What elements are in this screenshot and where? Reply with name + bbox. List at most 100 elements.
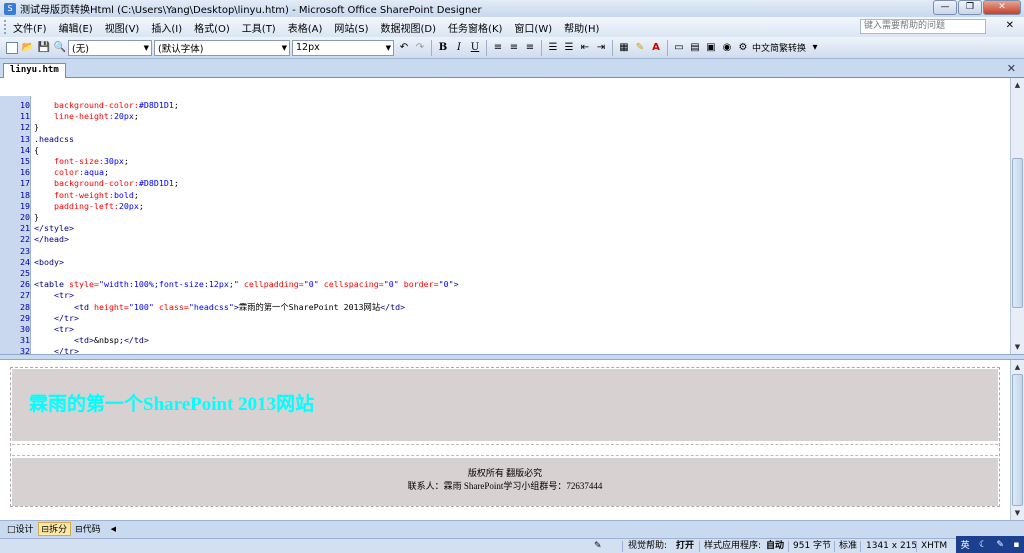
menu-edit[interactable]: 编辑(E) — [53, 20, 99, 35]
scroll-down-icon[interactable]: ▼ — [1012, 341, 1023, 353]
code-line[interactable]: 24 <body> — [0, 257, 1010, 268]
design-scroll-down-icon[interactable]: ▼ — [1012, 507, 1023, 519]
redo-icon[interactable]: ↷ — [413, 40, 427, 56]
menu-insert[interactable]: 插入(I) — [145, 20, 188, 35]
document-mode[interactable]: 标准 — [839, 539, 857, 553]
preview-icon[interactable]: 🔍 — [53, 40, 67, 56]
underline-button[interactable]: U — [468, 40, 482, 56]
code-line[interactable]: 19 padding-left:20px; — [0, 201, 1010, 212]
open-icon[interactable]: 📂 — [21, 40, 35, 56]
tab-linyu-htm[interactable]: linyu.htm — [3, 63, 66, 78]
menu-site[interactable]: 网站(S) — [328, 20, 374, 35]
highlight-icon[interactable]: ✎ — [633, 40, 647, 56]
menu-help[interactable]: 帮助(H) — [558, 20, 605, 35]
line-number: 24 — [20, 256, 30, 267]
hscroll-left-icon[interactable]: ◀ — [111, 525, 116, 533]
menu-window[interactable]: 窗口(W) — [508, 20, 558, 35]
code-line[interactable]: 11 line-height:20px; — [0, 111, 1010, 122]
code-line[interactable]: 10 background-color:#D8D1D1; — [0, 100, 1010, 111]
menu-data-view[interactable]: 数据视图(D) — [375, 20, 443, 35]
code-line[interactable]: 29 </tr> — [0, 313, 1010, 324]
design-scroll-up-icon[interactable]: ▲ — [1012, 361, 1023, 373]
tray-settings-icon[interactable]: ▪ — [1013, 540, 1019, 550]
code-line[interactable]: 18 font-weight:bold; — [0, 190, 1010, 201]
font-select[interactable]: (默认字体) ▼ — [154, 39, 290, 56]
code-line[interactable]: 13 .headcss — [0, 134, 1010, 145]
code-line[interactable]: 31 <td>&nbsp;</td> — [0, 335, 1010, 346]
font-size-value: 12px — [296, 42, 320, 53]
increase-indent-icon[interactable]: ⇥ — [594, 40, 608, 56]
code-line[interactable]: 21 </style> — [0, 223, 1010, 234]
undo-icon[interactable]: ↶ — [397, 40, 411, 56]
design-vertical-scrollbar[interactable]: ▲ ▼ — [1010, 360, 1024, 520]
italic-button[interactable]: I — [452, 40, 466, 56]
scroll-up-icon[interactable]: ▲ — [1012, 79, 1023, 91]
tab-design[interactable]: □设计 — [3, 522, 38, 536]
code-vertical-scrollbar[interactable]: ▲ ▼ — [1010, 78, 1024, 354]
font-size-select[interactable]: 12px ▼ — [292, 39, 394, 56]
decrease-indent-icon[interactable]: ⇤ — [578, 40, 592, 56]
code-line[interactable]: 16 color:aqua; — [0, 167, 1010, 178]
code-line[interactable]: 26 <table style="width:100%;font-size:12p… — [0, 279, 1010, 290]
menu-task-panes[interactable]: 任务窗格(K) — [442, 20, 508, 35]
code-line[interactable]: 20} — [0, 212, 1010, 223]
style-app-value[interactable]: 自动 — [766, 539, 784, 553]
table-icon[interactable]: ▤ — [688, 40, 702, 56]
new-page-icon[interactable] — [5, 40, 19, 56]
align-center-icon[interactable]: ≡ — [507, 40, 521, 56]
tray-tool-icon[interactable]: ✎ — [996, 540, 1004, 550]
code-line[interactable]: 15 font-size:30px; — [0, 156, 1010, 167]
menu-tools[interactable]: 工具(T) — [236, 20, 282, 35]
numbered-list-icon[interactable]: ☰ — [546, 40, 560, 56]
tab-code[interactable]: ⊟代码 — [71, 522, 105, 536]
code-scroll-thumb[interactable] — [1012, 158, 1023, 308]
align-left-icon[interactable]: ≡ — [491, 40, 505, 56]
maximize-button[interactable]: ❐ — [958, 0, 982, 15]
help-search-input[interactable]: 键入需要帮助的问题 — [860, 19, 986, 34]
code-line[interactable]: 14 { — [0, 145, 1010, 156]
code-line[interactable]: 27 <tr> — [0, 290, 1010, 301]
layer-icon[interactable]: ▭ — [672, 40, 686, 56]
document-close-icon[interactable]: ✕ — [1006, 20, 1014, 31]
visual-aid-value[interactable]: 打开 — [676, 539, 694, 553]
toolbar-options-icon[interactable]: ▾ — [808, 40, 822, 56]
borders-icon[interactable]: ▦ — [617, 40, 631, 56]
code-line[interactable]: 17 background-color:#D8D1D1; — [0, 178, 1010, 189]
web-component-icon[interactable]: ◉ — [720, 40, 734, 56]
bold-button[interactable]: B — [436, 40, 450, 56]
menu-format[interactable]: 格式(O) — [188, 20, 236, 35]
design-scroll-thumb[interactable] — [1012, 374, 1023, 506]
bulleted-list-icon[interactable]: ☰ — [562, 40, 576, 56]
minimize-button[interactable]: — — [933, 0, 957, 15]
preview-footer: 版权所有 翻版必究 联系人：霖雨 SharePoint学习小组群号：726374… — [12, 458, 998, 506]
input-lang-indicator[interactable]: 英 — [961, 538, 970, 551]
page-dimensions[interactable]: 1341 x 215 — [866, 539, 917, 553]
tab-split[interactable]: ⊟拆分 — [37, 521, 72, 536]
font-color-icon[interactable]: A — [649, 40, 663, 56]
close-button[interactable]: ✕ — [983, 0, 1021, 15]
code-editor[interactable]: 10 background-color:#D8D1D1; 11 line-heig… — [0, 96, 1010, 354]
chinese-conversion-button[interactable]: 中文简繁转换 — [752, 40, 806, 56]
settings-icon[interactable]: ⚙ — [736, 40, 750, 56]
footer-copyright: 版权所有 翻版必究 — [467, 468, 543, 478]
code-line[interactable]: 25 — [0, 268, 1010, 279]
design-preview[interactable]: 霖雨的第一个SharePoint 2013网站 版权所有 翻版必究 联系人：霖雨… — [0, 360, 1010, 520]
code-line[interactable]: 22 </head> — [0, 234, 1010, 245]
tab-close-icon[interactable]: ✕ — [1007, 62, 1016, 75]
menu-file[interactable]: 文件(F) — [7, 20, 53, 35]
menu-table[interactable]: 表格(A) — [282, 20, 329, 35]
line-number: 19 — [20, 200, 30, 211]
file-size: 951 字节 — [793, 541, 832, 551]
style-select[interactable]: (无) ▼ — [68, 39, 152, 56]
code-line[interactable]: 12} — [0, 122, 1010, 133]
menu-view[interactable]: 视图(V) — [99, 20, 146, 35]
code-line[interactable]: 23 — [0, 246, 1010, 257]
doctype-schema[interactable]: XHTM — [921, 539, 947, 553]
code-line[interactable]: 28 <td height="100" class="headcss">霖雨的第… — [0, 302, 1010, 313]
save-icon[interactable]: 💾 — [37, 40, 51, 56]
align-right-icon[interactable]: ≡ — [523, 40, 537, 56]
code-line[interactable]: 30 <tr> — [0, 324, 1010, 335]
tray-moon-icon[interactable]: ☾ — [979, 540, 987, 550]
image-icon[interactable]: ▣ — [704, 40, 718, 56]
code-line[interactable]: 32 </tr> — [0, 346, 1010, 354]
